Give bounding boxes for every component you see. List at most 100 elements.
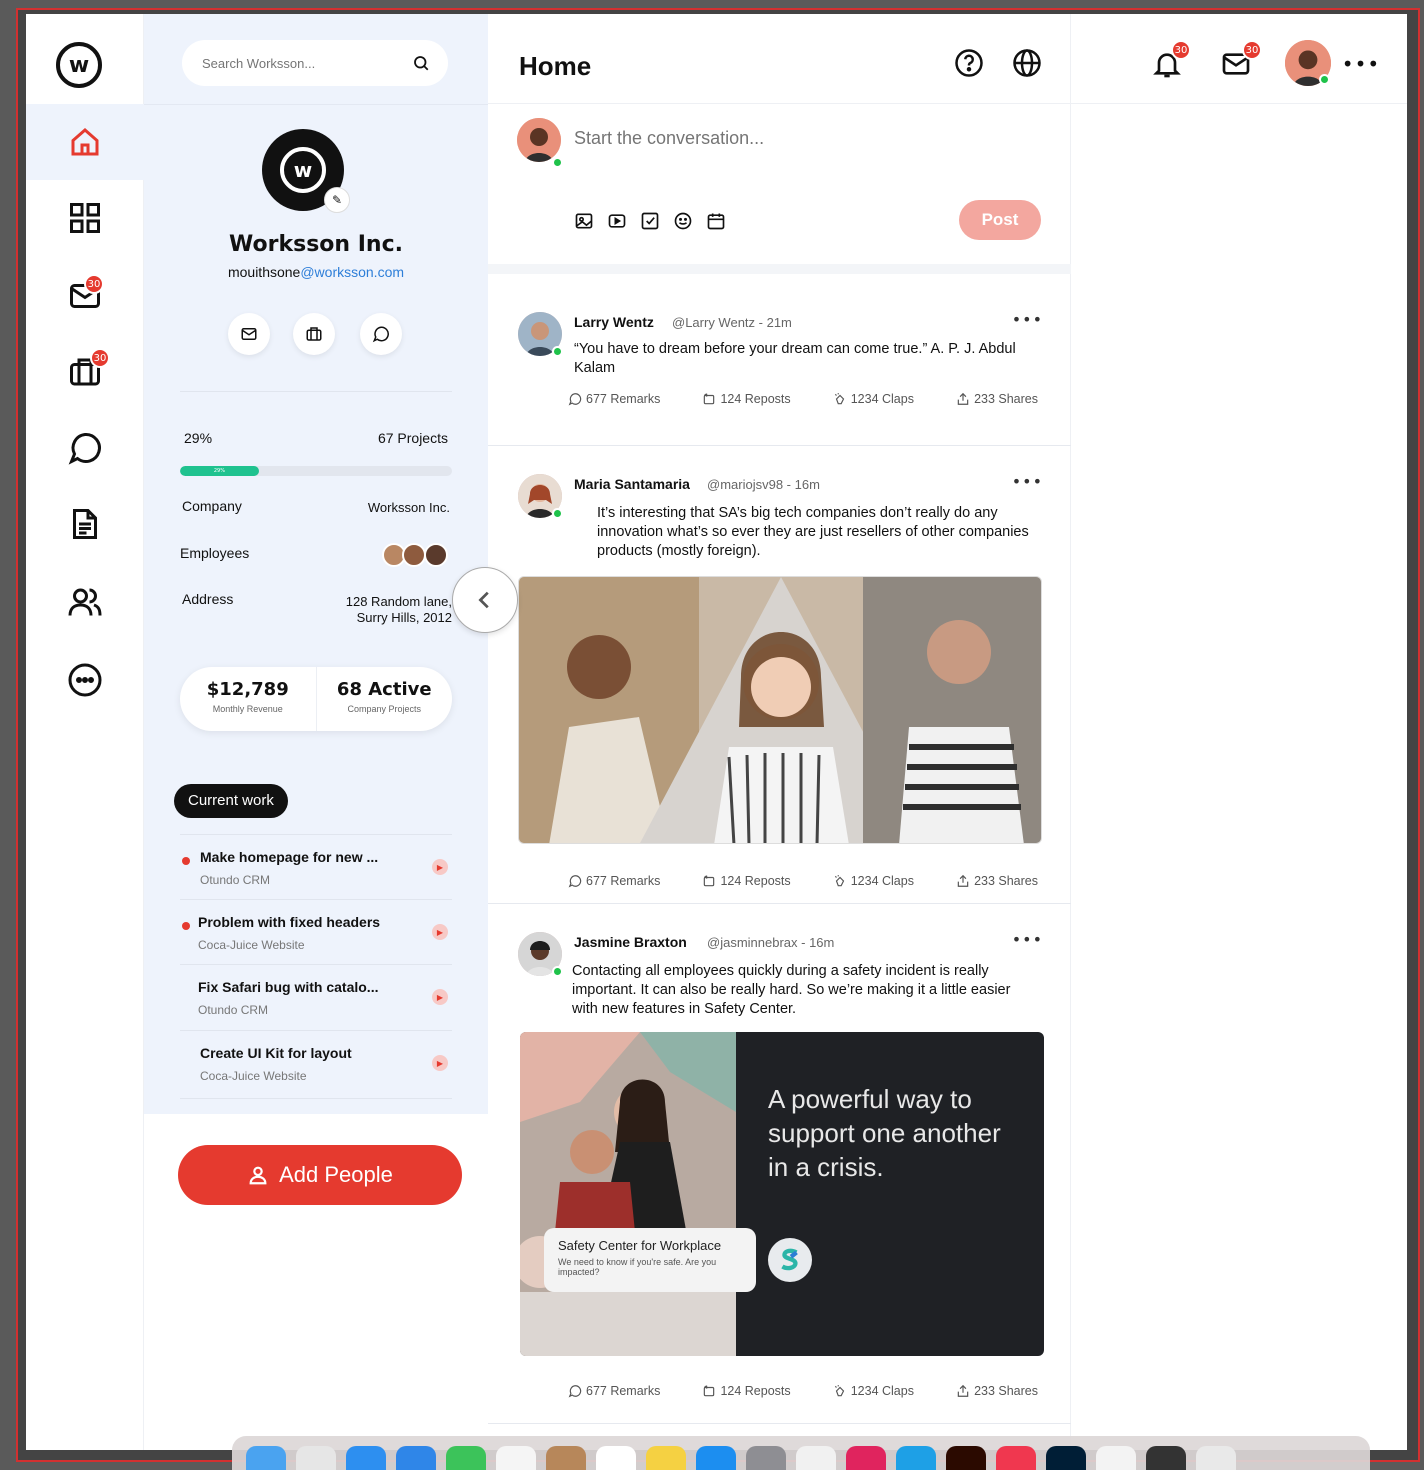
shares-button[interactable]: 233 Shares xyxy=(956,874,1038,888)
trash-icon[interactable] xyxy=(1196,1446,1236,1470)
rail-mail[interactable]: 30 xyxy=(26,258,144,334)
remarks-button[interactable]: 677 Remarks xyxy=(568,1384,660,1398)
chevron-right-icon[interactable]: ▶ xyxy=(432,989,448,1005)
briefcase-icon xyxy=(306,327,322,341)
mail-app-icon[interactable] xyxy=(396,1446,436,1470)
settings-icon[interactable] xyxy=(746,1446,786,1470)
launchpad-icon[interactable] xyxy=(296,1446,336,1470)
author-avatar[interactable] xyxy=(518,932,563,977)
remarks-count: 677 Remarks xyxy=(586,392,661,406)
more-dots-icon[interactable]: ••• xyxy=(1012,930,1043,949)
author-name[interactable]: Maria Santamaria xyxy=(574,476,690,492)
recent-window-icon[interactable] xyxy=(1096,1446,1136,1470)
post-button[interactable]: Post xyxy=(959,200,1041,240)
claps-button[interactable]: 1234 Claps xyxy=(833,1384,914,1398)
author-avatar[interactable] xyxy=(518,474,563,519)
rail-home[interactable] xyxy=(26,104,144,180)
post-image[interactable]: A powerful way to support one another in… xyxy=(520,1032,1044,1356)
app-store-icon[interactable] xyxy=(696,1446,736,1470)
company-email[interactable]: mouithsone@worksson.com xyxy=(144,264,488,280)
post-image[interactable] xyxy=(518,576,1042,844)
clap-icon xyxy=(834,393,844,405)
remarks-button[interactable]: 677 Remarks xyxy=(568,874,660,888)
author-avatar[interactable] xyxy=(518,312,563,357)
search-box[interactable] xyxy=(182,40,448,86)
notebook-icon[interactable] xyxy=(546,1446,586,1470)
author-name[interactable]: Jasmine Braxton xyxy=(574,934,687,950)
image-icon[interactable] xyxy=(571,208,597,234)
globe-icon[interactable] xyxy=(1012,48,1042,78)
worksson-logo[interactable]: w xyxy=(56,42,102,88)
recent-window-icon[interactable] xyxy=(1146,1446,1186,1470)
remarks-button[interactable]: 677 Remarks xyxy=(568,392,660,406)
edit-pencil-icon[interactable]: ✎ xyxy=(324,187,350,213)
add-people-button[interactable]: Add People xyxy=(178,1145,462,1205)
reposts-button[interactable]: 124 Reposts xyxy=(702,392,791,406)
task-item[interactable]: Create UI Kit for layout Coca-Juice Webs… xyxy=(180,1030,452,1095)
more-dots-icon[interactable]: ••• xyxy=(1012,310,1043,329)
task-item[interactable]: Problem with fixed headers Coca-Juice We… xyxy=(180,899,452,964)
search-input[interactable] xyxy=(202,55,392,71)
safari-icon[interactable] xyxy=(346,1446,386,1470)
reposts-button[interactable]: 124 Reposts xyxy=(702,1384,791,1398)
task-item[interactable]: Make homepage for new ... Otundo CRM ▶ xyxy=(180,834,452,899)
rail-projects[interactable]: 30 xyxy=(26,334,144,410)
claps-button[interactable]: 1234 Claps xyxy=(833,392,914,406)
task-item[interactable]: Fix Safari bug with catalo... Otundo CRM… xyxy=(180,964,452,1029)
emoji-icon[interactable] xyxy=(670,208,696,234)
photos-icon[interactable] xyxy=(496,1446,536,1470)
collapse-panel-button[interactable] xyxy=(452,567,518,633)
notes-icon[interactable] xyxy=(646,1446,686,1470)
author-handle: @mariojsv98 - 16m xyxy=(707,477,820,492)
finder-icon[interactable] xyxy=(246,1446,286,1470)
creative-cloud-icon[interactable] xyxy=(846,1446,886,1470)
shares-count: 233 Shares xyxy=(974,1384,1038,1398)
search-icon[interactable] xyxy=(412,54,430,72)
facetime-icon[interactable] xyxy=(446,1446,486,1470)
chevron-right-icon[interactable]: ▶ xyxy=(432,924,448,940)
employee-avatar[interactable] xyxy=(424,543,448,567)
more-dots-icon[interactable]: ••• xyxy=(1012,472,1043,491)
shares-button[interactable]: 233 Shares xyxy=(956,392,1038,406)
illustrator-icon[interactable] xyxy=(946,1446,986,1470)
email-user: mouithsone xyxy=(227,264,301,280)
more-dots-icon[interactable]: ••• xyxy=(1341,44,1381,84)
urgent-dot xyxy=(182,922,190,930)
help-icon[interactable] xyxy=(954,48,984,78)
quick-briefcase-button[interactable] xyxy=(293,313,335,355)
video-icon[interactable] xyxy=(604,208,630,234)
reposts-count: 124 Reposts xyxy=(720,1384,791,1398)
chevron-right-icon[interactable]: ▶ xyxy=(432,1055,448,1071)
current-work-tab[interactable]: Current work xyxy=(174,784,288,818)
rail-people[interactable] xyxy=(26,564,144,640)
rail-documents[interactable] xyxy=(26,486,144,562)
rail-more[interactable] xyxy=(26,642,144,718)
user-avatar[interactable] xyxy=(1285,40,1331,86)
quick-chat-button[interactable] xyxy=(360,313,402,355)
rail-chat[interactable] xyxy=(26,410,144,486)
my-avatar[interactable] xyxy=(517,118,561,162)
quick-mail-button[interactable] xyxy=(228,313,270,355)
chevron-right-icon[interactable]: ▶ xyxy=(432,859,448,875)
chrome-icon[interactable] xyxy=(796,1446,836,1470)
calendar-app-icon[interactable] xyxy=(596,1446,636,1470)
compose-input[interactable] xyxy=(574,128,1034,149)
rail-dashboard[interactable] xyxy=(26,180,144,256)
shares-button[interactable]: 233 Shares xyxy=(956,1384,1038,1398)
people-icon xyxy=(68,588,102,616)
calendar-icon[interactable] xyxy=(703,208,729,234)
media-card-title: Safety Center for Workplace xyxy=(558,1238,722,1253)
photoshop-icon[interactable] xyxy=(1046,1446,1086,1470)
checkbox-icon[interactable] xyxy=(637,208,663,234)
claps-button[interactable]: 1234 Claps xyxy=(833,874,914,888)
app-window: w 30 30 Search Worksson... w ✎ Worksson … xyxy=(26,14,1407,1450)
reposts-button[interactable]: 124 Reposts xyxy=(702,874,791,888)
music-icon[interactable] xyxy=(996,1446,1036,1470)
messages-button[interactable]: 30 xyxy=(1216,40,1262,84)
skype-icon[interactable] xyxy=(896,1446,936,1470)
clap-icon xyxy=(834,875,844,887)
author-name[interactable]: Larry Wentz xyxy=(574,314,654,330)
feed-column: Home Post Larry Wentz @Larry Wentz - xyxy=(488,14,1071,1450)
employee-avatar[interactable] xyxy=(402,543,426,567)
notifications-button[interactable]: 30 xyxy=(1147,40,1191,84)
